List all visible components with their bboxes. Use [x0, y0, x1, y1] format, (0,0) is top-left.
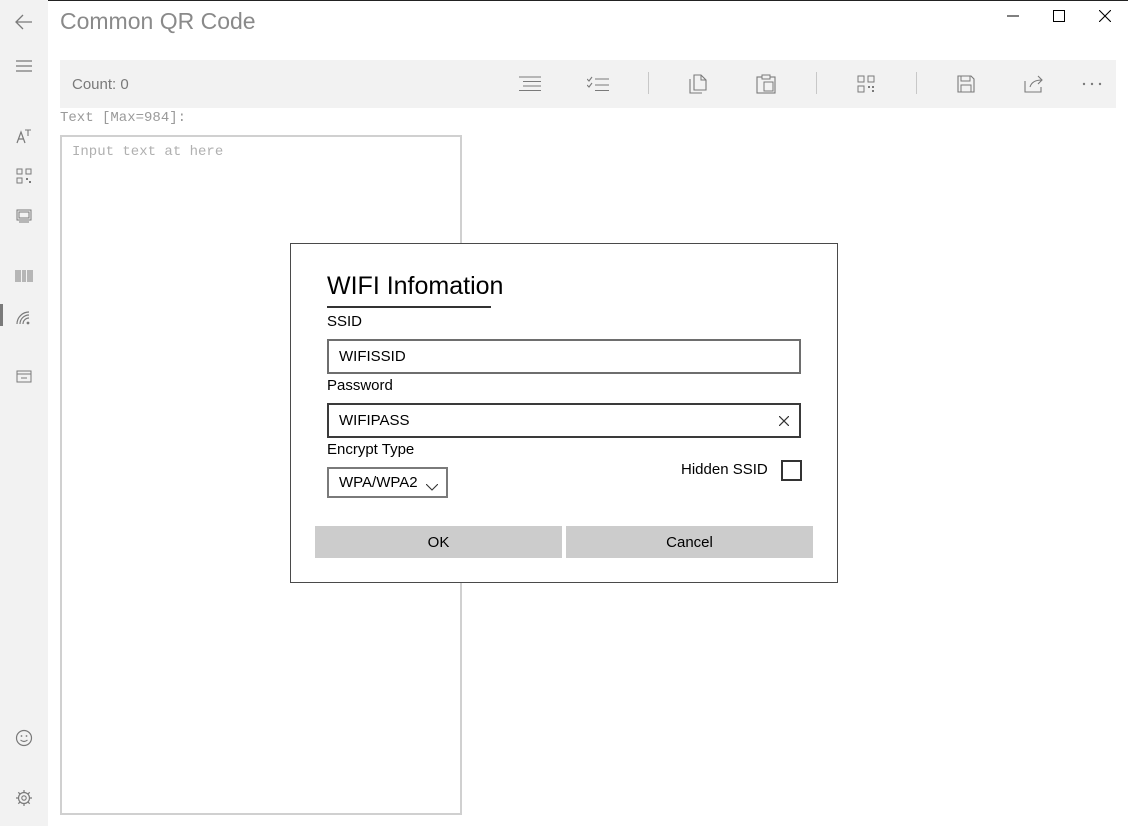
hidden-ssid-checkbox[interactable]	[781, 460, 802, 481]
count-label: Count: 0	[72, 76, 129, 93]
dialog-title: WIFI Infomation	[327, 272, 504, 300]
ssid-field[interactable]	[327, 339, 801, 374]
smiley-icon[interactable]	[0, 718, 48, 758]
save-icon[interactable]	[942, 60, 990, 108]
wifi-dialog: WIFI Infomation SSID Password Encrypt Ty…	[290, 243, 838, 583]
back-arrow-icon[interactable]	[0, 2, 48, 42]
ssid-label: SSID	[327, 313, 363, 330]
barcode-icon[interactable]	[0, 256, 48, 296]
command-bar: Count: 0	[60, 60, 1116, 108]
ok-button[interactable]: OK	[315, 526, 562, 558]
encrypt-type-label: Encrypt Type	[327, 441, 415, 458]
password-input[interactable]	[329, 405, 769, 436]
close-icon[interactable]	[1082, 0, 1128, 32]
encrypt-type-dropdown[interactable]: WPA/WPA2	[327, 467, 448, 498]
checklist-icon[interactable]	[574, 60, 622, 108]
share-icon[interactable]	[1010, 60, 1058, 108]
clear-text-icon[interactable]	[775, 412, 793, 430]
navigation-rail	[0, 0, 48, 826]
cancel-button[interactable]: Cancel	[566, 526, 813, 558]
ssid-input[interactable]	[329, 341, 769, 372]
qr-code-icon[interactable]	[0, 156, 48, 196]
app-title: Common QR Code	[60, 8, 256, 34]
list-icon[interactable]	[506, 60, 554, 108]
copy-icon[interactable]	[674, 60, 722, 108]
encrypt-type-value: WPA/WPA2	[339, 474, 418, 491]
hidden-ssid-label: Hidden SSID	[681, 461, 768, 478]
more-icon[interactable]	[1068, 60, 1116, 108]
wifi-icon[interactable]	[0, 298, 48, 338]
maximize-icon[interactable]	[1036, 0, 1082, 32]
text-font-icon[interactable]	[0, 116, 48, 156]
contact-card-icon[interactable]	[0, 356, 48, 396]
paste-icon[interactable]	[742, 60, 790, 108]
qr-generate-icon[interactable]	[842, 60, 890, 108]
image-frame-icon[interactable]	[0, 196, 48, 236]
toolbar-separator	[816, 72, 817, 94]
gear-icon[interactable]	[0, 778, 48, 818]
password-label: Password	[327, 377, 393, 394]
toolbar-separator	[648, 72, 649, 94]
hamburger-menu-icon[interactable]	[0, 46, 48, 86]
chevron-down-icon	[425, 478, 439, 496]
text-max-label: Text [Max=984]:	[60, 110, 187, 126]
password-field[interactable]	[327, 403, 801, 438]
toolbar-separator	[916, 72, 917, 94]
dialog-title-underline	[327, 306, 491, 308]
window-top-border	[0, 0, 1128, 1]
minimize-icon[interactable]	[990, 0, 1036, 32]
